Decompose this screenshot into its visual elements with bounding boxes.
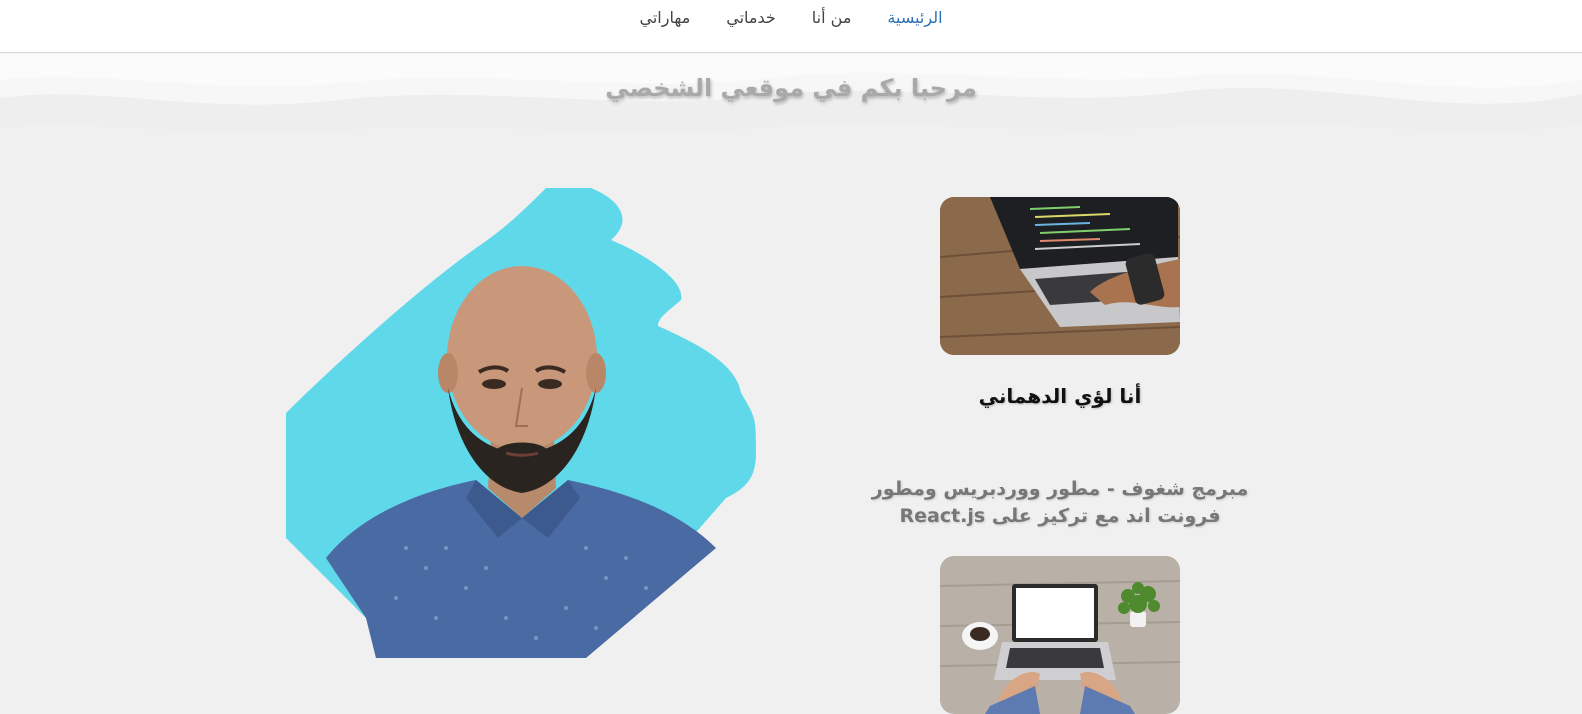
laptop-code-image: [940, 197, 1180, 355]
hero-title: مرحبا بكم في موقعي الشخصي: [605, 74, 977, 102]
main-navbar: الرئيسية من أنا خدماتي مهاراتي: [0, 0, 1582, 53]
laptop-desk-image: [940, 556, 1180, 714]
nav-link-skills[interactable]: مهاراتي: [639, 8, 690, 27]
tagline-line-1: مبرمج شغوف - مطور ووردبريس ومطور: [871, 478, 1249, 500]
nav-link-home[interactable]: الرئيسية: [887, 8, 942, 27]
nav-link-services[interactable]: خدماتي: [726, 8, 776, 27]
profile-name: أنا لؤي الدهماني: [978, 384, 1142, 408]
portrait-image: [286, 188, 756, 658]
nav-link-about[interactable]: من أنا: [812, 8, 852, 27]
tagline-line-2: فرونت اند مع تركيز على React.js: [899, 505, 1221, 527]
profile-tagline: مبرمج شغوف - مطور ووردبريس ومطور فرونت ا…: [820, 476, 1300, 530]
